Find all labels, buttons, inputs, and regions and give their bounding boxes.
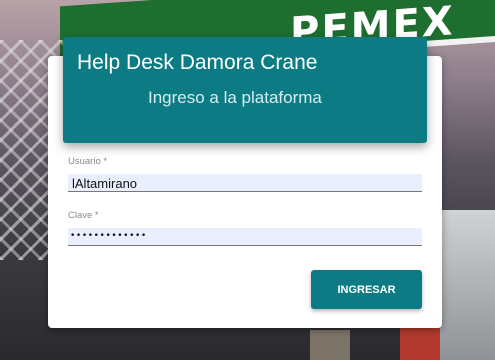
password-input[interactable]: •••••••••••••	[70, 231, 410, 241]
fuel-pump	[400, 326, 440, 360]
page-subtitle: Ingreso a la plataforma	[148, 88, 322, 107]
login-header: Help Desk Damora Crane Ingreso a la plat…	[63, 37, 427, 143]
username-field[interactable]	[68, 174, 422, 192]
fuel-pump	[310, 330, 350, 360]
password-field[interactable]: •••••••••••••	[68, 228, 422, 246]
fuel-pump	[440, 210, 495, 360]
login-button[interactable]: INGRESAR	[311, 270, 422, 309]
username-input[interactable]	[70, 175, 414, 192]
password-label: Clave *	[68, 210, 99, 221]
page-title: Help Desk Damora Crane	[77, 51, 318, 74]
username-label: Usuario *	[68, 156, 108, 167]
